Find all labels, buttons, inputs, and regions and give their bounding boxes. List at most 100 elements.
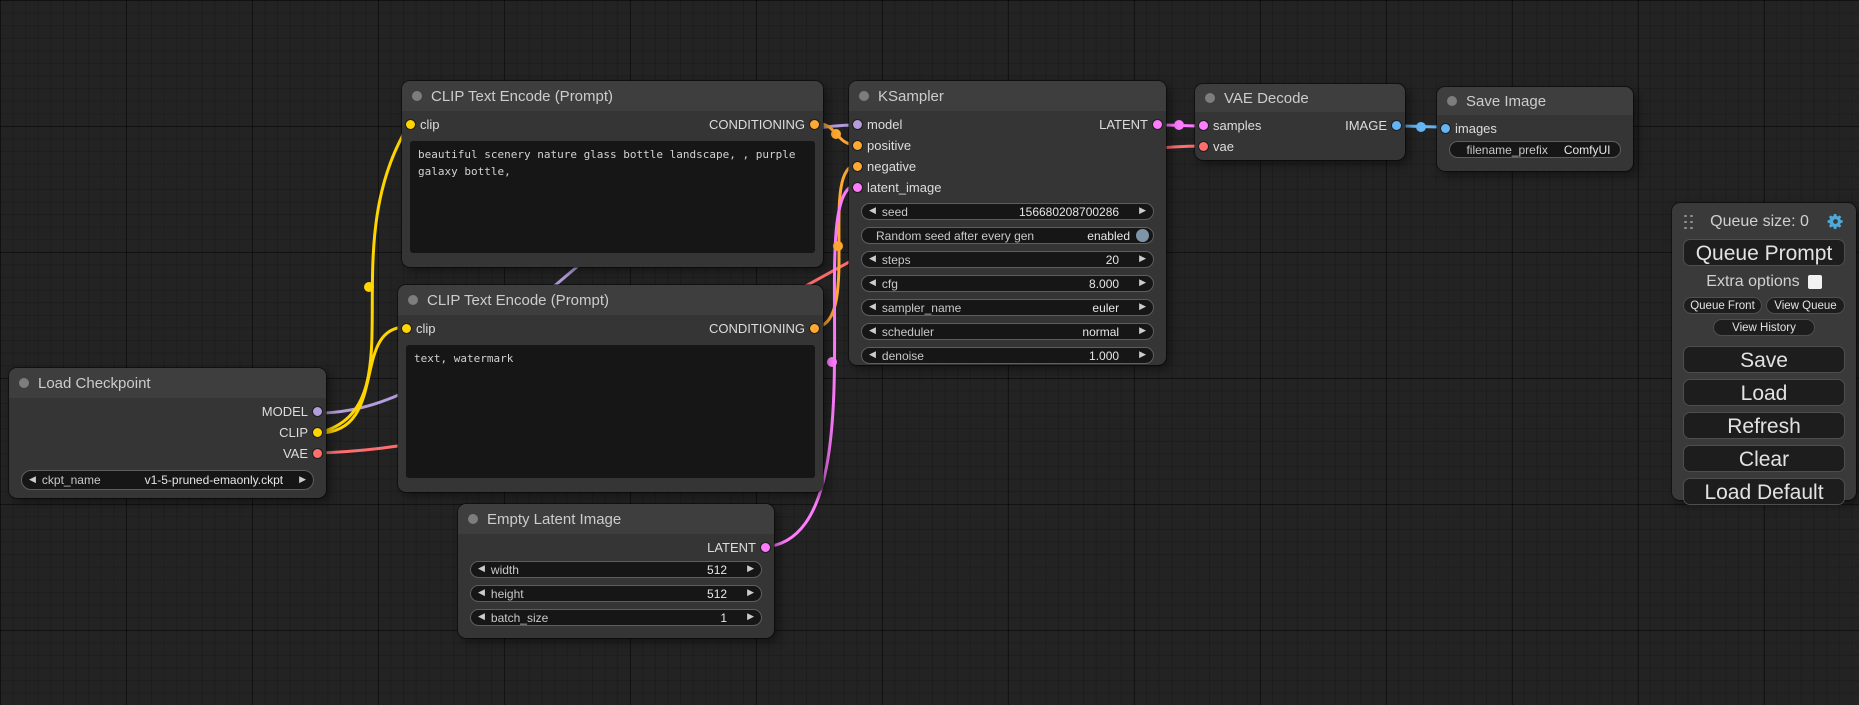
input-port-model[interactable] (853, 120, 862, 129)
collapse-dot[interactable] (859, 91, 869, 101)
increment-arrow-icon[interactable]: ▶ (1139, 255, 1146, 264)
widget-denoise[interactable]: ◀ denoise 1.000 ▶ (861, 347, 1154, 364)
decrement-arrow-icon[interactable]: ◀ (869, 207, 876, 216)
load-default-button[interactable]: Load Default (1683, 478, 1845, 505)
decrement-arrow-icon[interactable]: ◀ (869, 351, 876, 360)
queue-panel[interactable]: Queue size: 0 Queue Prompt Extra options… (1672, 203, 1856, 500)
input-label-images: images (1455, 121, 1497, 136)
widget-cfg[interactable]: ◀ cfg 8.000 ▶ (861, 275, 1154, 292)
collapse-dot[interactable] (412, 91, 422, 101)
widget-sampler-name[interactable]: ◀ sampler_name euler ▶ (861, 299, 1154, 316)
output-port-latent[interactable] (1153, 120, 1162, 129)
queue-front-button[interactable]: Queue Front (1683, 297, 1762, 314)
decrement-arrow-icon[interactable]: ◀ (478, 613, 485, 622)
node-clip-text-encode-positive[interactable]: CLIP Text Encode (Prompt) clip CONDITION… (402, 81, 823, 267)
input-port-vae[interactable] (1199, 142, 1208, 151)
link-dot-image (1416, 122, 1426, 132)
input-port-clip[interactable] (406, 120, 415, 129)
view-queue-button[interactable]: View Queue (1766, 297, 1845, 314)
input-port-samples[interactable] (1199, 121, 1208, 130)
node-vae-decode[interactable]: VAE Decode samples IMAGE vae (1195, 84, 1405, 160)
widget-random-seed-toggle[interactable]: Random seed after every gen enabled (861, 227, 1154, 244)
node-title-bar[interactable]: KSampler (849, 81, 1166, 111)
widget-value: 1 (720, 611, 727, 625)
increment-arrow-icon[interactable]: ▶ (1139, 351, 1146, 360)
negative-prompt-textarea[interactable]: text, watermark (406, 345, 815, 478)
increment-arrow-icon[interactable]: ▶ (299, 476, 306, 485)
save-button[interactable]: Save (1683, 346, 1845, 373)
input-port-images[interactable] (1441, 124, 1450, 133)
widget-label: height (491, 587, 524, 601)
widget-value: ComfyUI (1564, 143, 1611, 157)
widget-value: 512 (707, 587, 727, 601)
decrement-arrow-icon[interactable]: ◀ (478, 565, 485, 574)
output-port-clip[interactable] (313, 428, 322, 437)
collapse-dot[interactable] (468, 514, 478, 524)
decrement-arrow-icon[interactable]: ◀ (478, 589, 485, 598)
decrement-arrow-icon[interactable]: ◀ (29, 476, 36, 485)
widget-scheduler[interactable]: ◀ scheduler normal ▶ (861, 323, 1154, 340)
decrement-arrow-icon[interactable]: ◀ (869, 255, 876, 264)
collapse-dot[interactable] (1205, 93, 1215, 103)
collapse-dot[interactable] (19, 378, 29, 388)
widget-value: 8.000 (1089, 277, 1119, 291)
node-title-bar[interactable]: VAE Decode (1195, 84, 1405, 112)
output-port-conditioning[interactable] (810, 324, 819, 333)
input-port-latent-image[interactable] (853, 183, 862, 192)
view-history-button[interactable]: View History (1713, 319, 1815, 336)
decrement-arrow-icon[interactable]: ◀ (869, 303, 876, 312)
widget-height[interactable]: ◀ height 512 ▶ (470, 585, 762, 602)
positive-prompt-textarea[interactable]: beautiful scenery nature glass bottle la… (410, 141, 815, 253)
node-title-bar[interactable]: Save Image (1437, 87, 1633, 115)
output-port-vae[interactable] (313, 449, 322, 458)
extra-options-checkbox[interactable] (1808, 275, 1822, 289)
collapse-dot[interactable] (1447, 96, 1457, 106)
gear-icon[interactable] (1826, 212, 1845, 231)
widget-ckpt-name[interactable]: ◀ ckpt_name v1-5-pruned-emaonly.ckpt ▶ (21, 470, 314, 490)
output-port-conditioning[interactable] (810, 120, 819, 129)
node-clip-text-encode-negative[interactable]: CLIP Text Encode (Prompt) clip CONDITION… (398, 285, 823, 492)
drag-handle-icon[interactable] (1683, 214, 1693, 230)
decrement-arrow-icon[interactable]: ◀ (869, 327, 876, 336)
output-port-latent[interactable] (761, 543, 770, 552)
node-title: CLIP Text Encode (Prompt) (431, 88, 613, 105)
input-port-positive[interactable] (853, 141, 862, 150)
node-title-bar[interactable]: Load Checkpoint (9, 368, 326, 398)
widget-steps[interactable]: ◀ steps 20 ▶ (861, 251, 1154, 268)
widget-width[interactable]: ◀ width 512 ▶ (470, 561, 762, 578)
node-title: Load Checkpoint (38, 375, 151, 392)
node-title-bar[interactable]: CLIP Text Encode (Prompt) (398, 285, 823, 315)
input-label-clip: clip (420, 117, 440, 132)
refresh-button[interactable]: Refresh (1683, 412, 1845, 439)
decrement-arrow-icon[interactable]: ◀ (869, 279, 876, 288)
node-title: CLIP Text Encode (Prompt) (427, 292, 609, 309)
increment-arrow-icon[interactable]: ▶ (747, 565, 754, 574)
widget-batch-size[interactable]: ◀ batch_size 1 ▶ (470, 609, 762, 626)
increment-arrow-icon[interactable]: ▶ (1139, 303, 1146, 312)
node-empty-latent-image[interactable]: Empty Latent Image LATENT ◀ width 512 ▶ … (458, 504, 774, 638)
output-label-latent: LATENT (707, 540, 756, 555)
collapse-dot[interactable] (408, 295, 418, 305)
node-save-image[interactable]: Save Image images filename_prefix ComfyU… (1437, 87, 1633, 171)
increment-arrow-icon[interactable]: ▶ (747, 613, 754, 622)
load-button[interactable]: Load (1683, 379, 1845, 406)
increment-arrow-icon[interactable]: ▶ (1139, 279, 1146, 288)
queue-prompt-button[interactable]: Queue Prompt (1683, 239, 1845, 266)
increment-arrow-icon[interactable]: ▶ (747, 589, 754, 598)
clear-button[interactable]: Clear (1683, 445, 1845, 472)
output-port-model[interactable] (313, 407, 322, 416)
input-port-clip[interactable] (402, 324, 411, 333)
node-load-checkpoint[interactable]: Load Checkpoint MODEL CLIP VAE ◀ ckpt_na… (9, 368, 326, 498)
output-port-image[interactable] (1392, 121, 1401, 130)
node-ksampler[interactable]: KSampler model LATENT positive negative … (849, 81, 1166, 365)
widget-seed[interactable]: ◀ seed 156680208700286 ▶ (861, 203, 1154, 220)
comfyui-canvas[interactable]: { "colors":{ "model":"#b39ddb", "clip":"… (0, 0, 1859, 705)
input-port-negative[interactable] (853, 162, 862, 171)
widget-filename-prefix[interactable]: filename_prefix ComfyUI (1449, 141, 1621, 158)
node-title-bar[interactable]: Empty Latent Image (458, 504, 774, 534)
node-title-bar[interactable]: CLIP Text Encode (Prompt) (402, 81, 823, 111)
toggle-dot[interactable] (1136, 229, 1149, 242)
increment-arrow-icon[interactable]: ▶ (1139, 327, 1146, 336)
wire-clip-positive (318, 123, 410, 433)
increment-arrow-icon[interactable]: ▶ (1139, 207, 1146, 216)
